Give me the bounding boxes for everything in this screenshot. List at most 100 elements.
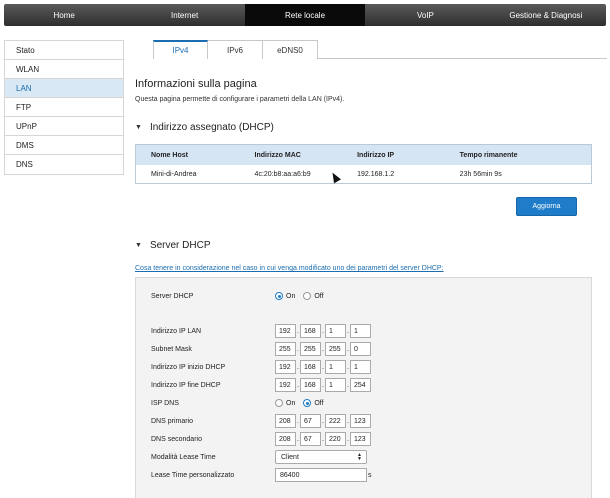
nav-internet[interactable]: Internet: [124, 4, 244, 26]
ip-octet-input[interactable]: 222: [325, 414, 346, 428]
field-label: DNS secondario: [151, 435, 202, 443]
radio-label: On: [286, 292, 296, 300]
main-content: IPv4 IPv6 eDNS0 Informazioni sulla pagin…: [135, 40, 607, 498]
ip-octet-input[interactable]: 123: [350, 414, 371, 428]
ip-octet-input[interactable]: 255: [275, 342, 296, 356]
lease-mode-select[interactable]: Client ▲ ▼: [275, 450, 367, 464]
field-label: Modalità Lease Time: [151, 453, 216, 461]
ip-octet-input[interactable]: 208: [275, 414, 296, 428]
ip-octet-input[interactable]: 67: [300, 414, 321, 428]
row-dhcp-end-ip: Indirizzo IP fine DHCP 192. 168. 1. 254: [151, 378, 371, 392]
select-value: Client: [281, 453, 299, 461]
field-label: Lease Time personalizzato: [151, 471, 235, 479]
ip-octet-input[interactable]: 1: [325, 378, 346, 392]
nav-home[interactable]: Home: [4, 4, 124, 26]
row-dns-secondary: DNS secondario 208. 67. 220. 123: [151, 432, 371, 446]
radio-server-on[interactable]: On: [275, 292, 295, 300]
ip-octet-input[interactable]: 254: [350, 378, 371, 392]
section-dhcp-server[interactable]: ▼ Server DHCP: [135, 240, 211, 251]
ip-octet-input[interactable]: 255: [300, 342, 321, 356]
top-navigation: Home Internet Rete locale VoIP Gestione …: [4, 4, 606, 26]
ip-octet-input[interactable]: 220: [325, 432, 346, 446]
row-lan-ip: Indirizzo IP LAN 192. 168. 1. 1: [151, 324, 371, 338]
ip-octet-input[interactable]: 1: [325, 324, 346, 338]
ip-octet-input[interactable]: 255: [325, 342, 346, 356]
column-header: Nome Host: [151, 151, 188, 159]
ip-octet-input[interactable]: 168: [300, 324, 321, 338]
tab-bar: IPv4 IPv6 eDNS0: [153, 40, 607, 59]
ip-octet-input[interactable]: 123: [350, 432, 371, 446]
radio-unselected-icon: [275, 399, 283, 407]
ip-octet-input[interactable]: 0: [350, 342, 371, 356]
section-title: Server DHCP: [149, 240, 211, 251]
row-dhcp-server: Server DHCP On Off: [151, 289, 332, 303]
radio-isp-dns-on[interactable]: On: [275, 399, 295, 407]
select-arrows-icon: ▲ ▼: [357, 452, 362, 462]
field-label: DNS primario: [151, 417, 194, 425]
table-header: Nome Host Indirizzo MAC Indirizzo IP Tem…: [136, 145, 591, 165]
row-isp-dns: ISP DNS On Off: [151, 396, 332, 410]
nav-voip[interactable]: VoIP: [365, 4, 485, 26]
column-header: Tempo rimanente: [459, 151, 518, 159]
row-dns-primary: DNS primario 208. 67. 222. 123: [151, 414, 371, 428]
column-header: Indirizzo IP: [357, 151, 395, 159]
ip-octet-input[interactable]: 168: [300, 378, 321, 392]
lease-unit: s: [368, 471, 372, 479]
field-label: Indirizzo IP fine DHCP: [151, 381, 221, 389]
sidebar-item-dns[interactable]: DNS: [5, 155, 123, 174]
dns-primary-field: 208. 67. 222. 123: [275, 414, 371, 428]
radio-selected-icon: [303, 399, 312, 407]
radio-label: On: [286, 399, 296, 407]
sidebar-item-stato[interactable]: Stato: [5, 41, 123, 60]
cell-mac-address: 4c:20:b8:aa:a6:b9: [254, 170, 311, 178]
ip-octet-input[interactable]: 1: [325, 360, 346, 374]
field-label: Subnet Mask: [151, 345, 192, 353]
lease-time-input[interactable]: 86400: [275, 468, 367, 482]
radio-isp-dns-off[interactable]: Off: [303, 399, 324, 407]
sidebar-item-wlan[interactable]: WLAN: [5, 60, 123, 79]
radio-unselected-icon: [303, 292, 312, 300]
collapse-triangle-icon: ▼: [135, 124, 142, 131]
cell-time-remaining: 23h 56min 9s: [459, 170, 502, 178]
collapse-triangle-icon: ▼: [135, 242, 142, 249]
tab-ipv4[interactable]: IPv4: [153, 40, 208, 59]
nav-rete-locale[interactable]: Rete locale: [244, 4, 366, 26]
field-label: Indirizzo IP LAN: [151, 327, 202, 335]
field-label: Indirizzo IP inizio DHCP: [151, 363, 226, 371]
sidebar-item-lan[interactable]: LAN: [5, 79, 123, 98]
ip-octet-input[interactable]: 1: [350, 324, 371, 338]
dhcp-help-link[interactable]: Cosa tenere in considerazione nel caso i…: [135, 265, 444, 272]
dns-secondary-field: 208. 67. 220. 123: [275, 432, 371, 446]
refresh-button[interactable]: Aggiorna: [516, 197, 577, 216]
cell-ip-address: 192.168.1.2: [357, 170, 395, 178]
ip-octet-input[interactable]: 192: [275, 378, 296, 392]
row-subnet-mask: Subnet Mask 255. 255. 255. 0: [151, 342, 371, 356]
table-row: Mini-di-Andrea 4c:20:b8:aa:a6:b9 192.168…: [136, 165, 591, 183]
lan-ip-field: 192. 168. 1. 1: [275, 324, 371, 338]
dhcp-end-ip-field: 192. 168. 1. 254: [275, 378, 371, 392]
radio-label: Off: [314, 292, 324, 300]
ip-octet-input[interactable]: 192: [275, 324, 296, 338]
ip-octet-input[interactable]: 168: [300, 360, 321, 374]
row-lease-custom: Lease Time personalizzato 86400 s: [151, 468, 372, 482]
subnet-mask-field: 255. 255. 255. 0: [275, 342, 371, 356]
sidebar-item-dms[interactable]: DMS: [5, 136, 123, 155]
ip-octet-input[interactable]: 192: [275, 360, 296, 374]
ip-octet-input[interactable]: 67: [300, 432, 321, 446]
ip-octet-input[interactable]: 1: [350, 360, 371, 374]
row-dhcp-start-ip: Indirizzo IP inizio DHCP 192. 168. 1. 1: [151, 360, 371, 374]
radio-server-off[interactable]: Off: [303, 292, 324, 300]
page-description: Questa pagina permette di configurare i …: [135, 96, 345, 103]
page-title: Informazioni sulla pagina: [135, 78, 257, 90]
field-label: ISP DNS: [151, 399, 179, 407]
radio-label: Off: [314, 399, 324, 407]
sidebar-item-ftp[interactable]: FTP: [5, 98, 123, 117]
ip-octet-input[interactable]: 208: [275, 432, 296, 446]
section-title: Indirizzo assegnato (DHCP): [149, 122, 274, 133]
radio-selected-icon: [275, 292, 283, 300]
tab-ipv6[interactable]: IPv6: [208, 40, 263, 59]
nav-gestione-diagnosi[interactable]: Gestione & Diagnosi: [486, 4, 606, 26]
sidebar-item-upnp[interactable]: UPnP: [5, 117, 123, 136]
tab-edns0[interactable]: eDNS0: [263, 40, 318, 59]
section-dhcp-assigned[interactable]: ▼ Indirizzo assegnato (DHCP): [135, 122, 274, 133]
